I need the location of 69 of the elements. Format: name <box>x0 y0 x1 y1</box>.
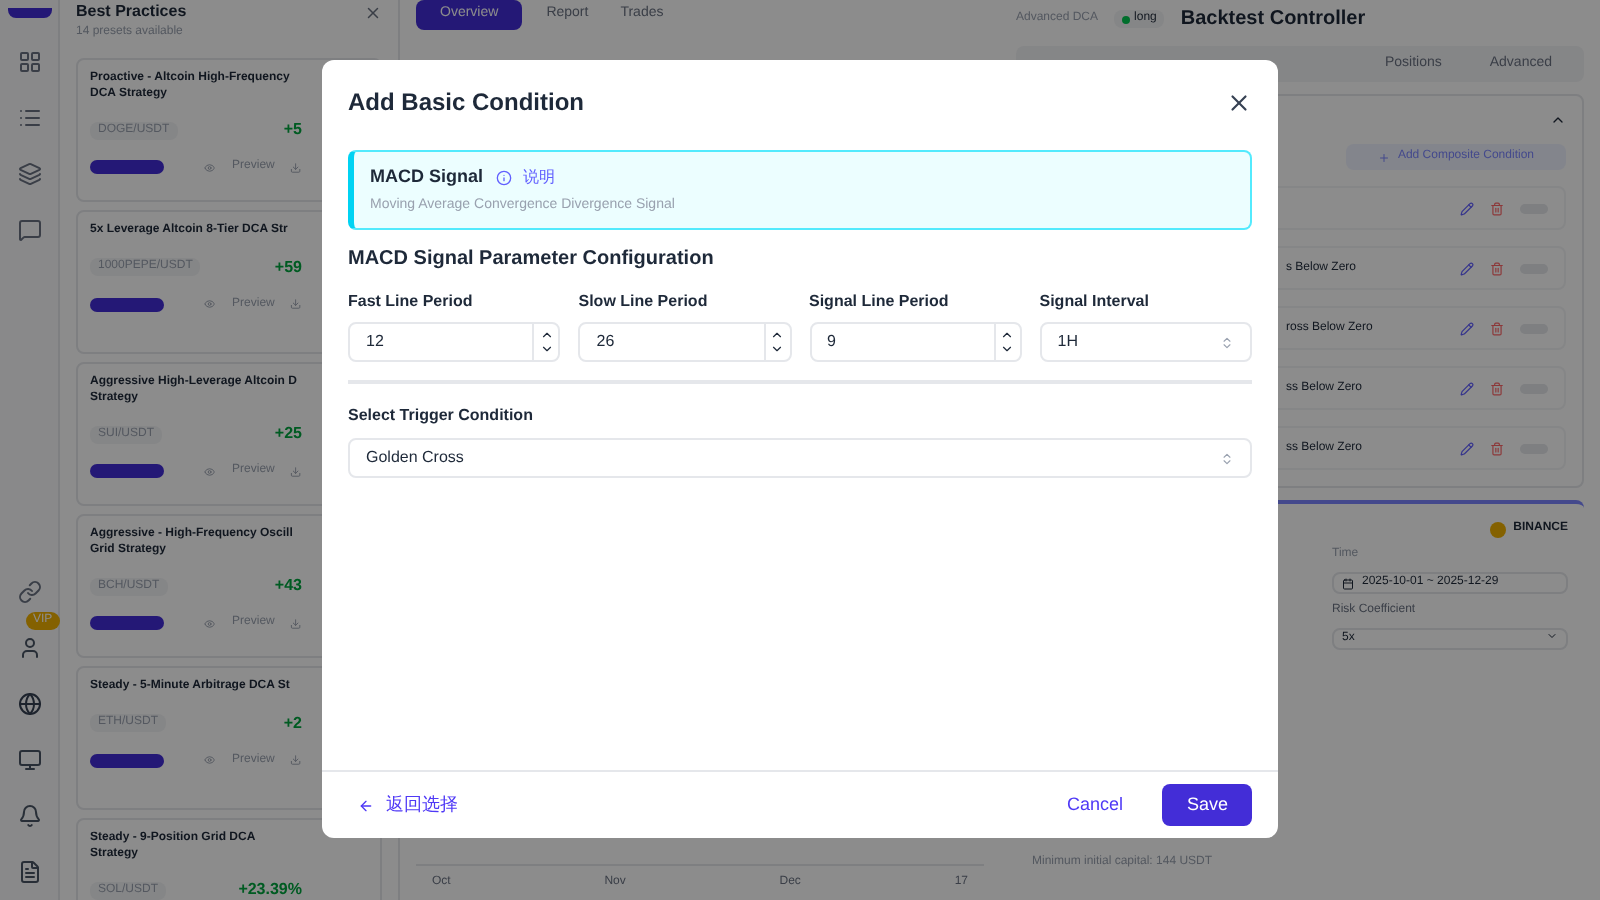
cancel-button[interactable]: Cancel <box>1042 783 1147 827</box>
close-icon[interactable] <box>1226 89 1252 115</box>
download-icon[interactable] <box>290 298 302 310</box>
bell-icon[interactable] <box>17 804 41 828</box>
delete-icon[interactable] <box>1490 441 1504 455</box>
increment-icon[interactable] <box>539 328 554 342</box>
number-field[interactable]: 12 <box>348 322 561 362</box>
download-icon[interactable] <box>290 754 302 766</box>
start-button[interactable] <box>90 464 165 478</box>
edit-icon[interactable] <box>1460 441 1474 455</box>
panel-title: Best Practices <box>76 0 187 24</box>
info-icon[interactable] <box>495 169 512 186</box>
user-icon[interactable] <box>17 636 41 660</box>
start-button[interactable] <box>90 297 165 311</box>
decrement-icon[interactable] <box>1000 342 1015 356</box>
return-value: +2 <box>283 711 302 735</box>
save-button[interactable]: Save <box>1162 783 1252 827</box>
eye-icon <box>204 617 217 629</box>
delete-icon[interactable] <box>1490 381 1504 395</box>
edit-icon[interactable] <box>1460 201 1474 215</box>
grid-icon[interactable] <box>17 50 41 74</box>
return-value: +5 <box>283 118 302 142</box>
back-arrow-icon <box>358 797 374 813</box>
select-field[interactable]: Golden Cross <box>348 438 1252 478</box>
logo-icon <box>7 8 51 18</box>
eye-icon <box>204 161 217 173</box>
increment-icon[interactable] <box>1000 328 1015 342</box>
download-icon[interactable] <box>290 465 302 477</box>
edit-icon[interactable] <box>1460 381 1474 395</box>
help-link[interactable]: 说明 <box>523 165 556 190</box>
delete-icon[interactable] <box>1490 261 1504 275</box>
start-button[interactable] <box>90 616 165 630</box>
edit-icon[interactable] <box>1460 321 1474 335</box>
return-value: +43 <box>274 574 302 598</box>
collapse-icon[interactable] <box>1550 112 1566 128</box>
field-label: Signal Line Period <box>809 290 951 314</box>
link-icon[interactable] <box>17 580 41 604</box>
return-value: +25 <box>274 422 302 446</box>
number-field[interactable]: 9 <box>809 322 1022 362</box>
coin-icon <box>1489 521 1506 537</box>
return-value: +59 <box>274 255 302 279</box>
chat-icon[interactable] <box>17 218 41 242</box>
start-button[interactable] <box>90 160 165 174</box>
eye-icon <box>204 465 217 477</box>
increment-icon[interactable] <box>770 328 784 342</box>
eye-icon <box>204 298 217 310</box>
globe-icon[interactable] <box>17 692 41 716</box>
decrement-icon[interactable] <box>539 342 554 356</box>
calendar-icon <box>1342 577 1354 589</box>
plus-icon <box>1377 151 1390 163</box>
delete-icon[interactable] <box>1490 321 1504 335</box>
chevron-down-icon <box>1546 630 1558 642</box>
eye-icon <box>204 754 217 766</box>
monitor-icon[interactable] <box>17 748 41 772</box>
select-arrows-icon <box>1220 335 1234 349</box>
decrement-icon[interactable] <box>770 342 784 356</box>
download-icon[interactable] <box>290 161 302 173</box>
select-field[interactable]: 1H <box>1039 322 1252 362</box>
number-field[interactable]: 26 <box>578 322 791 362</box>
download-icon[interactable] <box>290 617 302 629</box>
controller-title: Backtest Controller <box>1180 6 1366 34</box>
select-arrows-icon <box>1220 451 1234 465</box>
start-button[interactable] <box>90 753 165 767</box>
layers-icon[interactable] <box>17 162 41 186</box>
edit-icon[interactable] <box>1460 261 1474 275</box>
document-icon[interactable] <box>17 860 41 884</box>
field-label: Slow Line Period <box>578 290 710 314</box>
delete-icon[interactable] <box>1490 201 1504 215</box>
return-value: +23.39% <box>238 878 302 900</box>
